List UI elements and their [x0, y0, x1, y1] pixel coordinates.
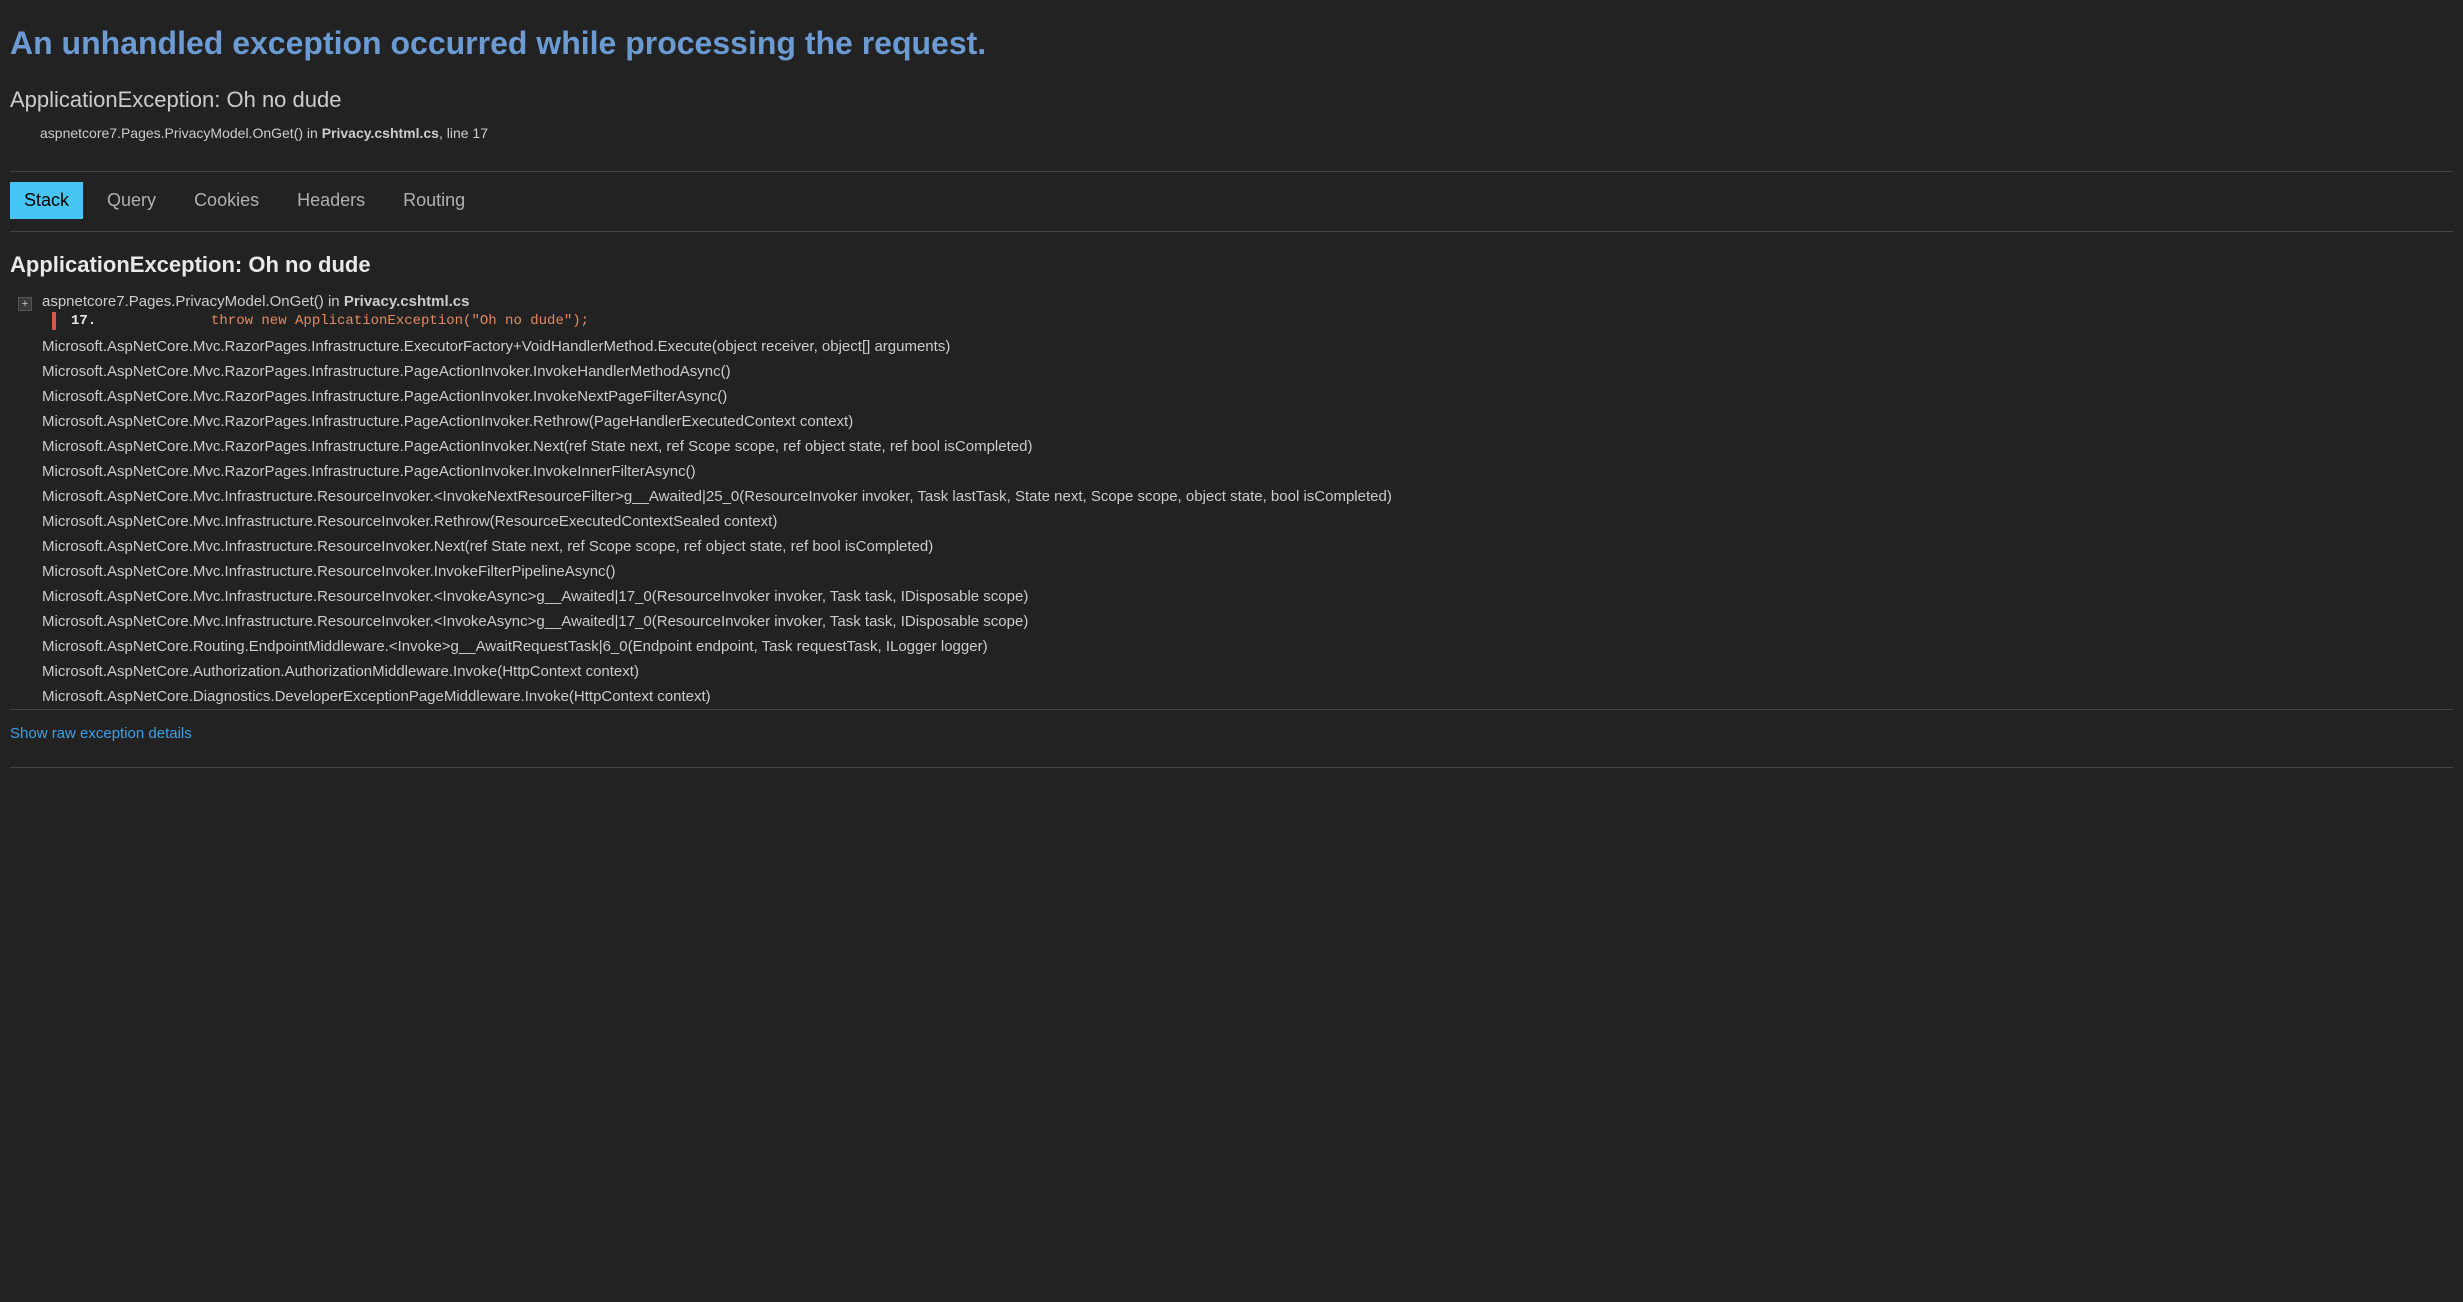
source-code: throw new ApplicationException("Oh no du… — [211, 313, 589, 329]
stack-frame[interactable]: Microsoft.AspNetCore.Mvc.Infrastructure.… — [42, 584, 2453, 609]
divider — [10, 709, 2453, 710]
line-number: 17. — [71, 313, 111, 329]
stack-container: + aspnetcore7.Pages.PrivacyModel.OnGet()… — [18, 293, 2453, 709]
stack-top-frame: + aspnetcore7.Pages.PrivacyModel.OnGet()… — [18, 293, 2453, 330]
stack-frame[interactable]: Microsoft.AspNetCore.Routing.EndpointMid… — [42, 634, 2453, 659]
source-line: 17. throw new ApplicationException("Oh n… — [52, 312, 2453, 330]
location-line-suffix: , line 17 — [439, 125, 488, 141]
show-raw-exception-link[interactable]: Show raw exception details — [10, 725, 192, 742]
frame-file: Privacy.cshtml.cs — [344, 293, 470, 310]
stack-frame[interactable]: Microsoft.AspNetCore.Mvc.RazorPages.Infr… — [42, 359, 2453, 384]
stack-frame[interactable]: Microsoft.AspNetCore.Mvc.Infrastructure.… — [42, 559, 2453, 584]
tab-query[interactable]: Query — [93, 182, 170, 219]
exception-location: aspnetcore7.Pages.PrivacyModel.OnGet() i… — [40, 125, 2453, 141]
divider — [10, 171, 2453, 172]
stack-frames-list: Microsoft.AspNetCore.Mvc.RazorPages.Infr… — [42, 334, 2453, 709]
frame-prefix: aspnetcore7.Pages.PrivacyModel.OnGet() i… — [42, 293, 340, 310]
exception-heading: ApplicationException: Oh no dude — [10, 252, 2453, 278]
stack-frame[interactable]: Microsoft.AspNetCore.Mvc.RazorPages.Infr… — [42, 384, 2453, 409]
exception-summary: ApplicationException: Oh no dude — [10, 87, 2453, 113]
frame-content: aspnetcore7.Pages.PrivacyModel.OnGet() i… — [42, 293, 2453, 330]
stack-frame[interactable]: Microsoft.AspNetCore.Mvc.Infrastructure.… — [42, 534, 2453, 559]
location-file: Privacy.cshtml.cs — [322, 125, 439, 141]
stack-frame[interactable]: Microsoft.AspNetCore.Mvc.RazorPages.Infr… — [42, 459, 2453, 484]
divider — [10, 767, 2453, 768]
stack-frame[interactable]: Microsoft.AspNetCore.Authorization.Autho… — [42, 659, 2453, 684]
frame-signature[interactable]: aspnetcore7.Pages.PrivacyModel.OnGet() i… — [42, 293, 2453, 310]
tab-cookies[interactable]: Cookies — [180, 182, 273, 219]
expand-button[interactable]: + — [18, 297, 32, 311]
stack-frame[interactable]: Microsoft.AspNetCore.Mvc.RazorPages.Infr… — [42, 334, 2453, 359]
exception-type: ApplicationException — [10, 87, 214, 112]
tab-bar: Stack Query Cookies Headers Routing — [10, 182, 2453, 232]
page-title: An unhandled exception occurred while pr… — [10, 25, 2453, 62]
error-marker-icon — [52, 312, 56, 330]
stack-frame[interactable]: Microsoft.AspNetCore.Mvc.Infrastructure.… — [42, 609, 2453, 634]
tab-routing[interactable]: Routing — [389, 182, 479, 219]
tab-headers[interactable]: Headers — [283, 182, 379, 219]
stack-frame[interactable]: Microsoft.AspNetCore.Mvc.Infrastructure.… — [42, 509, 2453, 534]
location-class: aspnetcore7.Pages.PrivacyModel.OnGet() i… — [40, 125, 318, 141]
stack-frame[interactable]: Microsoft.AspNetCore.Mvc.Infrastructure.… — [42, 484, 2453, 509]
stack-frame[interactable]: Microsoft.AspNetCore.Diagnostics.Develop… — [42, 684, 2453, 709]
exception-message: Oh no dude — [226, 87, 341, 112]
tab-stack[interactable]: Stack — [10, 182, 83, 219]
stack-frame[interactable]: Microsoft.AspNetCore.Mvc.RazorPages.Infr… — [42, 409, 2453, 434]
stack-frame[interactable]: Microsoft.AspNetCore.Mvc.RazorPages.Infr… — [42, 434, 2453, 459]
